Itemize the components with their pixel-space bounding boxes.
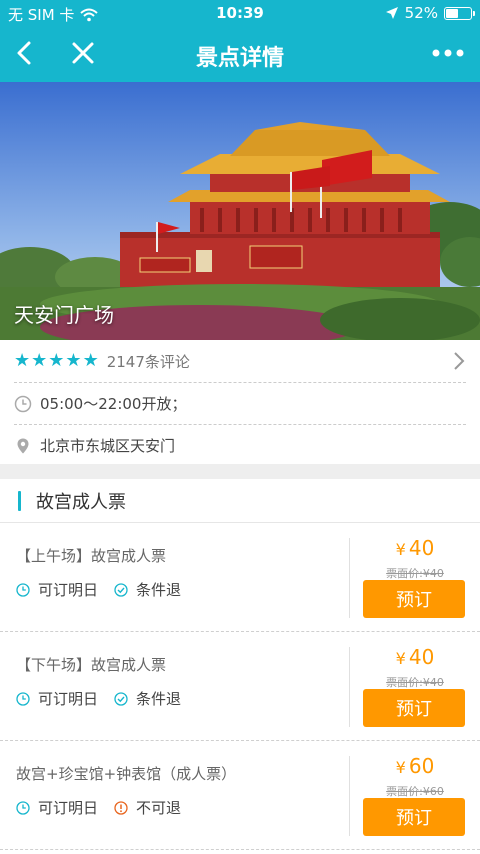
more-dots-icon[interactable]: [430, 40, 466, 66]
clock-icon: [16, 582, 30, 597]
check-circle-icon: [114, 582, 128, 597]
ticket-name: 故宫+珍宝馆+钟表馆（成人票）: [16, 765, 237, 783]
star-rating: ★ ★ ★ ★ ★: [14, 352, 99, 370]
ticket-tag-refund: 条件退: [136, 690, 182, 708]
ticket-face-price: 票面价:¥40: [386, 676, 444, 689]
location-arrow-icon: [385, 7, 398, 19]
address-text: 北京市东城区天安门: [40, 437, 176, 455]
ticket-tag-availability: 可订明日: [38, 799, 99, 817]
ticket-tag-availability: 可订明日: [38, 581, 99, 599]
nav-bar: 景点详情: [0, 28, 480, 82]
clock-icon: [16, 691, 30, 706]
star-icon: ★: [14, 350, 31, 371]
ticket-tag-availability: 可订明日: [38, 690, 99, 708]
ticket-tag-refund: 条件退: [136, 581, 182, 599]
ticket-name: 【上午场】故宫成人票: [16, 547, 167, 565]
rating-row[interactable]: ★ ★ ★ ★ ★ 2147条评论: [14, 340, 466, 382]
opening-hours: 05:00～22:00开放；: [40, 395, 187, 413]
section-title: 故宫成人票: [36, 492, 126, 513]
star-icon: ★: [65, 350, 82, 371]
hero-caption: 天安门广场: [14, 303, 114, 327]
hours-row: 05:00～22:00开放；: [14, 382, 466, 424]
ticket-section: 故宫成人票 【上午场】故宫成人票 可订明日 条件退 ¥40 票面价:¥40 预订…: [0, 479, 480, 854]
book-button[interactable]: 预订: [363, 798, 465, 836]
ticket-name: 【下午场】故宫成人票: [16, 656, 167, 674]
section-header: 故宫成人票: [0, 479, 480, 523]
ticket-face-price: 票面价:¥40: [386, 567, 444, 580]
ticket-item[interactable]: 【上午场】故宫成人票 可订明日 条件退 ¥40 票面价:¥40 预订: [0, 523, 480, 632]
ticket-tag-refund: 不可退: [136, 799, 182, 817]
star-icon: ★: [82, 350, 99, 371]
book-button[interactable]: 预订: [363, 580, 465, 618]
ticket-price: ¥40: [395, 536, 435, 560]
hero-image: 天安门广场: [0, 82, 480, 340]
alert-circle-icon: [114, 800, 128, 815]
star-icon: ★: [48, 350, 65, 371]
ticket-price: ¥60: [395, 754, 435, 778]
chevron-right-icon: [454, 352, 465, 370]
star-icon: ★: [31, 350, 48, 371]
page-title: 景点详情: [195, 46, 284, 71]
location-pin-icon: [17, 438, 29, 453]
ticket-price: ¥40: [395, 645, 435, 669]
info-card: ★ ★ ★ ★ ★ 2147条评论 05:00～22:00开放； 北京市东城区天安门: [0, 340, 480, 464]
battery-icon: [444, 6, 475, 20]
top-bar: 无 SIM 卡 10:39 52% 景点详情: [0, 0, 480, 82]
clock-icon: [14, 395, 32, 412]
check-circle-icon: [114, 691, 128, 706]
clock-icon: [16, 800, 30, 815]
review-count: 2147条评论: [106, 352, 190, 371]
ticket-item[interactable]: 故宫+珍宝馆+钟表馆（成人票） 可订明日 不可退 ¥60 票面价:¥60 预订: [0, 741, 480, 850]
ticket-item[interactable]: 【下午场】故宫成人票 可订明日 条件退 ¥40 票面价:¥40 预订: [0, 632, 480, 741]
address-row[interactable]: 北京市东城区天安门: [14, 424, 466, 466]
status-bar: 无 SIM 卡 10:39 52%: [0, 0, 480, 28]
book-button[interactable]: 预订: [363, 689, 465, 727]
battery-percent: 52%: [404, 4, 438, 22]
ticket-face-price: 票面价:¥60: [386, 785, 444, 798]
